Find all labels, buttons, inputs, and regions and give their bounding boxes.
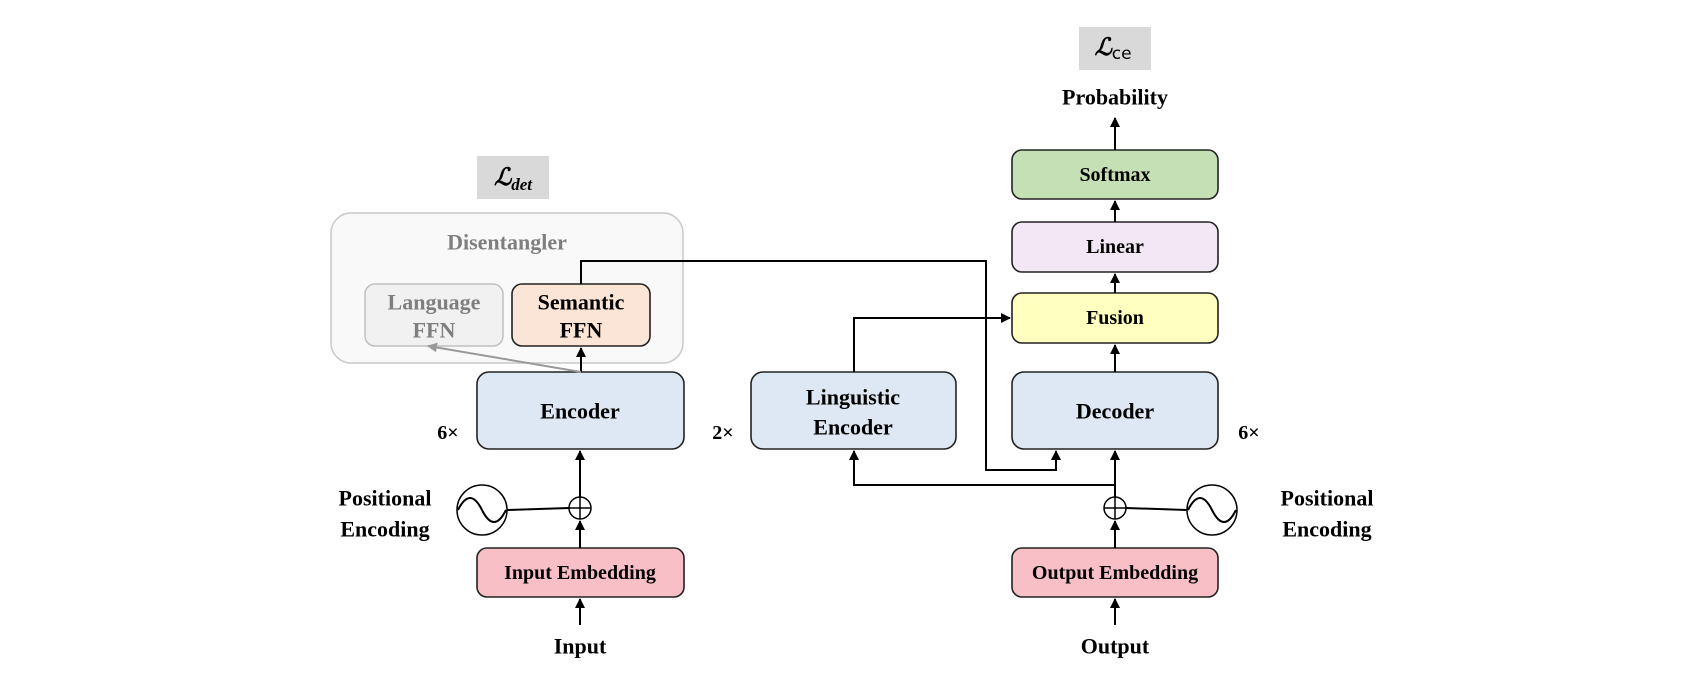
encoder-label: Encoder [540, 399, 620, 424]
linguistic-encoder-label: Linguistic [806, 385, 900, 410]
output-label: Output [1081, 634, 1150, 659]
fusion-label: Fusion [1086, 307, 1144, 329]
softmax-label: Softmax [1079, 164, 1150, 186]
semantic-ffn-label: FFN [560, 318, 603, 343]
architecture-diagram: ℒdet Disentangler Language FFN Semantic … [330, 27, 1374, 659]
positional-encoding-label: Encoding [1282, 517, 1371, 542]
to-linguistic-encoder-arrow [849, 450, 1115, 486]
language-ffn-label: Language [388, 290, 481, 315]
sine-wave-icon [1186, 484, 1238, 536]
positional-encoding-label: Positional [339, 486, 432, 511]
input-label: Input [554, 634, 607, 659]
sine-wave-icon [456, 484, 508, 536]
loss-symbol: ℒ [1094, 35, 1113, 61]
semantic-ffn-box: Semantic FFN [511, 283, 651, 347]
linear-box: Linear [1011, 221, 1219, 273]
linguistic-encoder-box: Linguistic Encoder [750, 371, 957, 450]
output-embedding-box: Output Embedding [1011, 547, 1219, 598]
linguistic-encoder-label: Encoder [813, 415, 893, 440]
loss-det-badge: ℒdet [477, 156, 549, 199]
linguistic-repeat-label: 2× [712, 422, 733, 444]
positional-encoding-label: Encoding [340, 517, 429, 542]
decoder-repeat-label: 6× [1238, 422, 1259, 444]
decoder-label: Decoder [1076, 399, 1154, 424]
encoder-box: Encoder [476, 371, 685, 450]
probability-label: Probability [1062, 85, 1168, 110]
language-ffn-label: FFN [413, 318, 456, 343]
linear-label: Linear [1086, 236, 1144, 258]
disentangler-title: Disentangler [447, 230, 567, 255]
disentangler-group: Disentangler Language FFN Semantic FFN [330, 212, 684, 364]
input-embedding-label: Input Embedding [504, 562, 656, 584]
loss-subscript: det [511, 175, 533, 194]
softmax-box: Softmax [1011, 149, 1219, 200]
loss-symbol: ℒ [494, 165, 513, 191]
fusion-box: Fusion [1011, 292, 1219, 344]
add-icon [568, 496, 592, 520]
loss-ce-badge: ℒce [1079, 27, 1151, 70]
output-embedding-label: Output Embedding [1032, 562, 1198, 584]
loss-subscript: ce [1112, 44, 1132, 64]
language-ffn-box: Language FFN [364, 283, 504, 347]
input-embedding-box: Input Embedding [476, 547, 685, 598]
positional-encoding-label: Positional [1281, 486, 1374, 511]
pe-connector [506, 507, 570, 511]
pe-connector [1125, 507, 1188, 511]
semantic-ffn-label: Semantic [538, 290, 625, 315]
add-icon [1103, 496, 1127, 520]
decoder-box: Decoder [1011, 371, 1219, 450]
encoder-repeat-label: 6× [437, 422, 458, 444]
